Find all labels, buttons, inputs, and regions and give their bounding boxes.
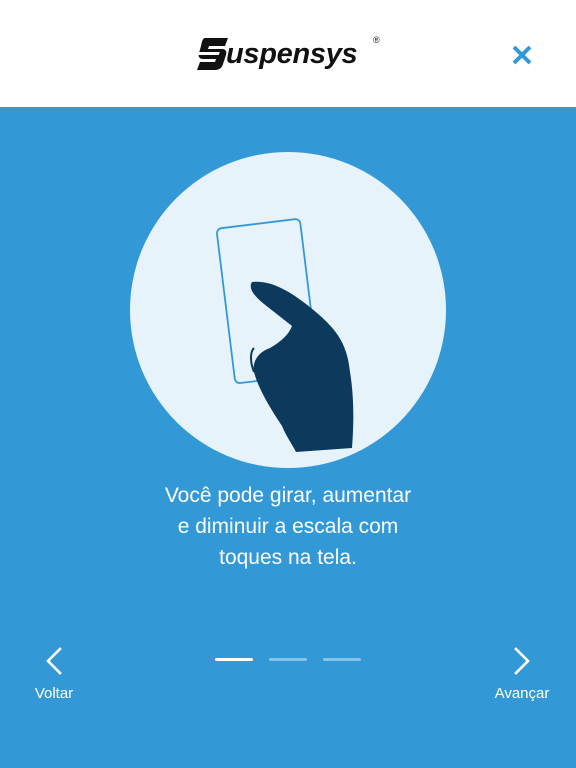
page-dot-1-active[interactable]	[215, 658, 253, 661]
back-label: Voltar	[34, 685, 74, 702]
close-button[interactable]	[508, 41, 536, 69]
next-label: Avançar	[494, 685, 550, 702]
tutorial-screen: uspensys ® Você pode girar, aumentar e d…	[0, 0, 576, 768]
instruction-line: toques na tela.	[219, 546, 357, 569]
page-dot-2[interactable]	[269, 658, 307, 661]
page-indicator	[215, 658, 361, 662]
instruction-text: Você pode girar, aumentar e diminuir a e…	[88, 480, 488, 573]
next-button[interactable]: Avançar	[484, 644, 560, 710]
logo-wordmark: uspensys	[226, 38, 358, 70]
suspensys-logo: uspensys ®	[196, 36, 382, 74]
close-icon	[512, 45, 532, 65]
registered-mark: ®	[373, 35, 380, 45]
hand-touch-card-icon	[130, 152, 446, 468]
logo-s-mark	[196, 38, 228, 70]
page-dot-3[interactable]	[323, 658, 361, 661]
instruction-line: Você pode girar, aumentar	[164, 484, 412, 507]
chevron-left-icon	[46, 647, 62, 675]
instruction-line: e diminuir a escala com	[177, 515, 399, 538]
gesture-illustration	[130, 152, 446, 468]
header: uspensys ®	[0, 0, 576, 107]
back-button[interactable]: Voltar	[22, 644, 86, 710]
chevron-right-icon	[514, 647, 530, 675]
